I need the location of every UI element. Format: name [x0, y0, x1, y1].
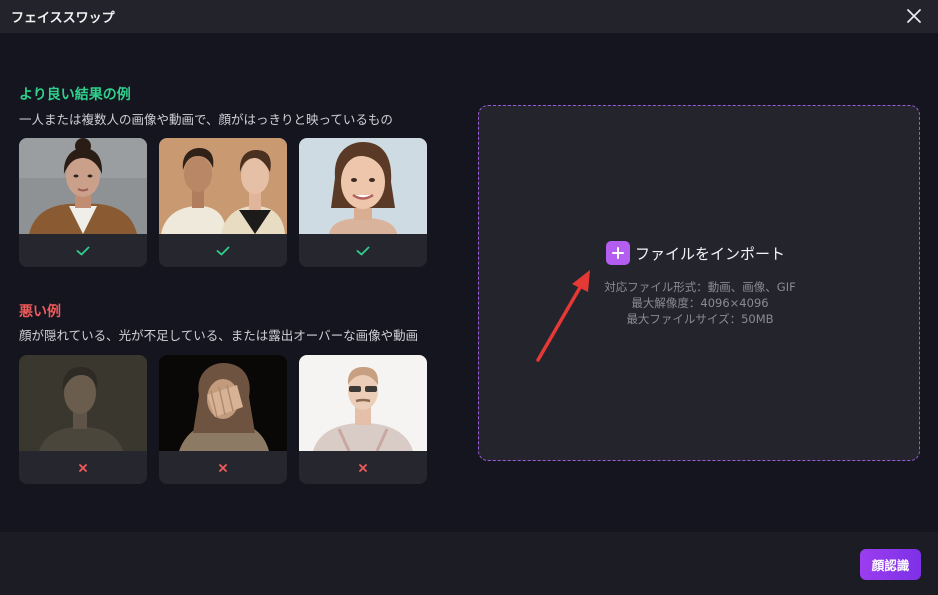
cross-icon	[359, 463, 367, 472]
check-icon	[76, 246, 90, 255]
good-example-card	[299, 138, 427, 267]
verdict-row	[299, 234, 427, 267]
verdict-row	[19, 451, 147, 484]
window-title: フェイススワップ	[11, 11, 115, 26]
good-examples-title: より良い結果の例	[19, 87, 131, 103]
example-photo	[299, 138, 427, 234]
good-examples-description: 一人または複数人の画像や動画で、顔がはっきりと映っているもの	[19, 112, 393, 127]
good-example-card	[19, 138, 147, 267]
max-resolution-text: 最大解像度：4096×4096	[631, 296, 769, 310]
import-label: ファイルをインポート	[635, 244, 786, 263]
face-detection-button[interactable]: 顔認識	[860, 549, 921, 580]
bad-example-card	[159, 355, 287, 484]
verdict-row	[159, 234, 287, 267]
verdict-row	[299, 451, 427, 484]
supported-formats-text: 対応ファイル形式：動画、画像、GIF	[604, 280, 796, 294]
example-photo	[159, 138, 287, 234]
cross-icon	[79, 463, 87, 472]
max-file-size-text: 最大ファイルサイズ：50MB	[626, 312, 774, 326]
dialog-footer	[0, 532, 938, 595]
import-file-button[interactable]: ファイルをインポート	[606, 241, 785, 265]
good-example-card	[159, 138, 287, 267]
check-icon	[216, 246, 230, 255]
verdict-row	[159, 451, 287, 484]
example-photo	[299, 355, 427, 451]
example-photo	[159, 355, 287, 451]
example-photo	[19, 355, 147, 451]
cross-icon	[219, 463, 227, 472]
check-icon	[356, 246, 370, 255]
close-button[interactable]	[904, 6, 924, 26]
plus-icon	[606, 241, 630, 265]
bad-example-card	[299, 355, 427, 484]
annotation-arrow-icon	[536, 270, 590, 362]
bad-examples-description: 顔が隠れている、光が不足している、または露出オーバーな画像や動画	[19, 328, 419, 343]
example-photo	[19, 138, 147, 234]
title-bar: フェイススワップ	[0, 0, 938, 33]
bad-example-card	[19, 355, 147, 484]
close-icon	[907, 9, 921, 23]
verdict-row	[19, 234, 147, 267]
bad-examples-title: 悪い例	[19, 304, 61, 320]
